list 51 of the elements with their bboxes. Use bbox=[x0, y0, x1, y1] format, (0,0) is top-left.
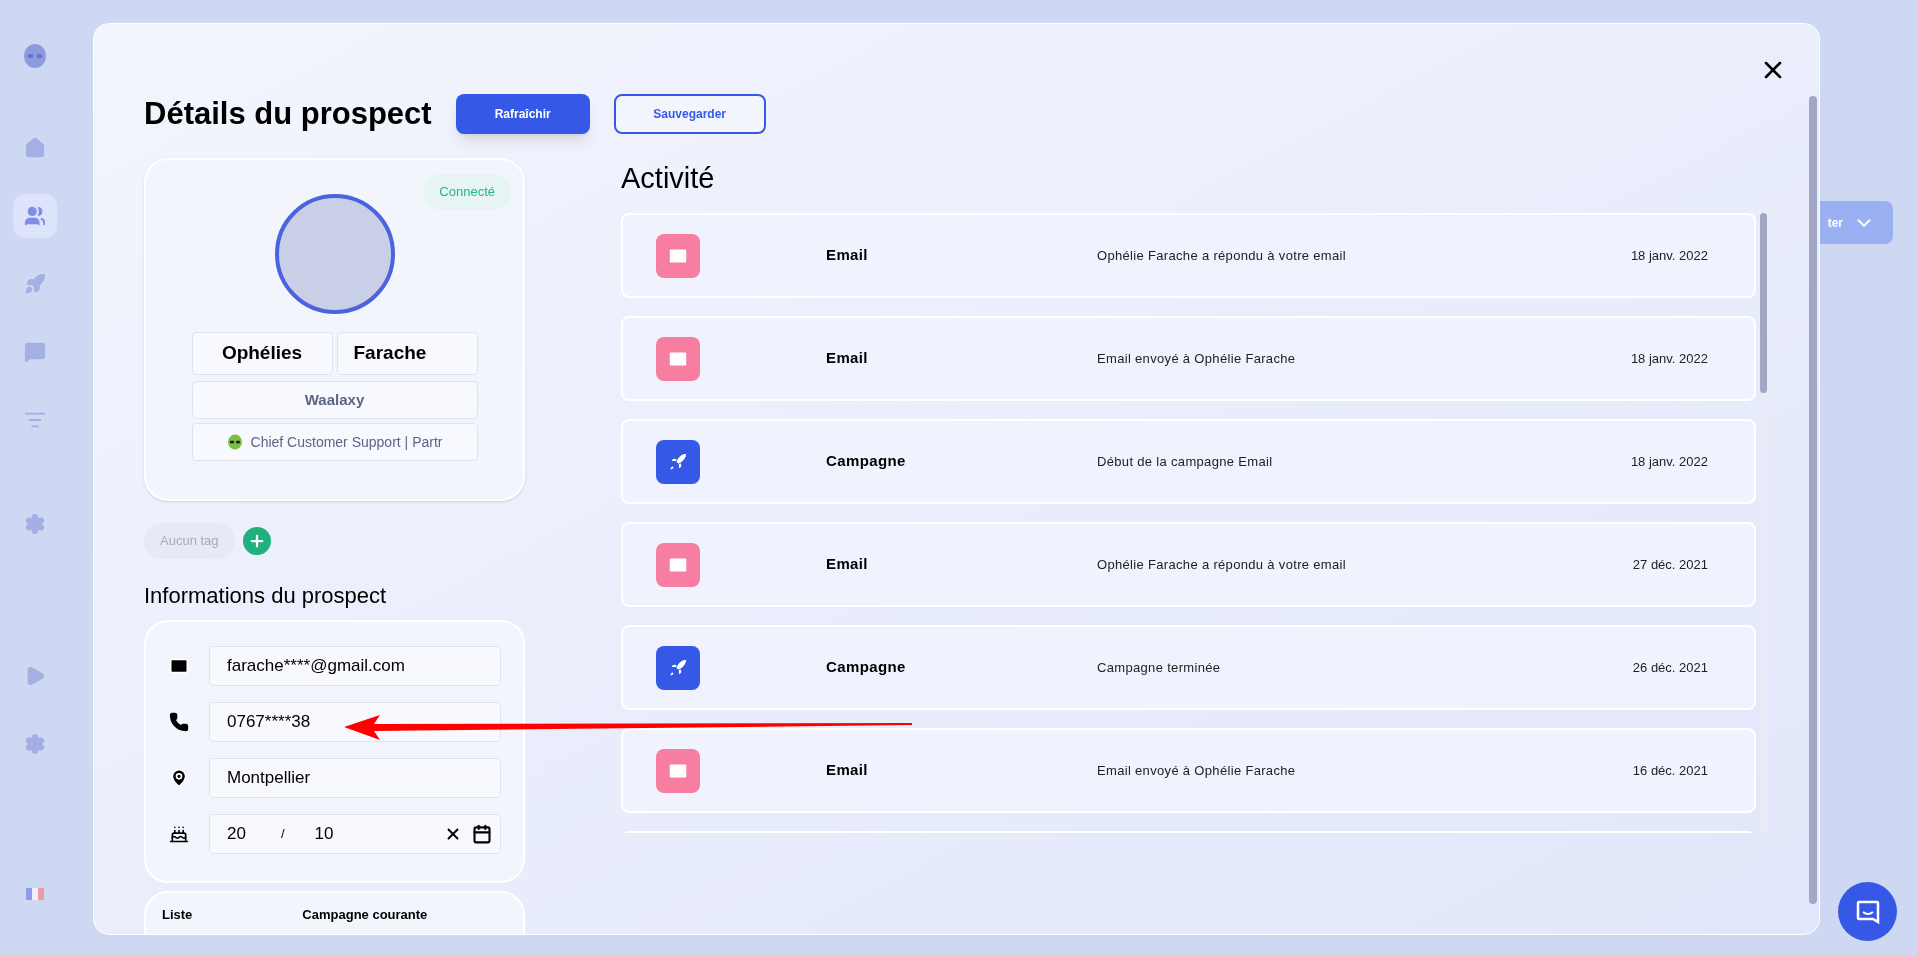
activity-type: Email bbox=[826, 245, 869, 266]
activity-date: 26 déc. 2021 bbox=[1632, 658, 1708, 677]
users-icon bbox=[24, 205, 46, 227]
activity-type: Campagne bbox=[826, 451, 907, 472]
rocket-icon bbox=[656, 645, 700, 690]
sidebar-item[interactable] bbox=[13, 194, 57, 238]
section-title: Informations du prospect bbox=[144, 581, 388, 610]
save-button[interactable]: Sauvegarder bbox=[613, 94, 766, 134]
activity-type: Email bbox=[826, 348, 869, 369]
home-icon bbox=[24, 137, 46, 159]
date-separator: / bbox=[280, 824, 285, 843]
email-field[interactable]: farache****@gmail.com bbox=[209, 645, 501, 686]
alien-emoji-icon bbox=[226, 434, 243, 450]
activity-type: Campagne bbox=[826, 657, 907, 678]
rocket-icon bbox=[656, 439, 700, 484]
add-tag-button[interactable] bbox=[242, 526, 271, 555]
modal-title: Détails du prospect bbox=[144, 94, 432, 133]
date-field[interactable]: 20 / 10 bbox=[209, 813, 501, 854]
calendar-icon[interactable] bbox=[472, 823, 492, 844]
activity-date: 18 janv. 2022 bbox=[1630, 452, 1708, 471]
activity-date: 18 janv. 2022 bbox=[1630, 246, 1708, 265]
first-name-field[interactable]: Ophélies bbox=[191, 332, 333, 375]
location-field[interactable]: Montpellier bbox=[209, 757, 501, 798]
alien-logo-icon bbox=[22, 44, 48, 70]
activity-date: 27 déc. 2021 bbox=[1632, 555, 1708, 574]
status-badge: Connecté bbox=[423, 174, 511, 210]
last-name-field[interactable]: Farache bbox=[336, 332, 478, 375]
activity-description: Ophélie Farache a répondu à votre email bbox=[1097, 555, 1347, 574]
column-header: Liste bbox=[162, 905, 193, 924]
rocket-icon bbox=[24, 273, 46, 295]
flag-icon bbox=[26, 888, 44, 900]
activity-description: Email envoyé à Ophélie Farache bbox=[1097, 761, 1297, 780]
activity-type: Email bbox=[826, 760, 869, 781]
activity-description: Début de la campagne Email bbox=[1097, 452, 1274, 471]
chat-icon bbox=[1854, 898, 1881, 925]
activity-type: Email bbox=[826, 554, 869, 575]
activity-title: Activité bbox=[621, 164, 716, 193]
activity-description: Campagne terminée bbox=[1097, 658, 1222, 677]
month-value: 10 bbox=[314, 822, 334, 845]
phone-icon bbox=[169, 711, 189, 732]
chat-icon bbox=[24, 341, 46, 363]
company-field[interactable]: Waalaxy bbox=[191, 381, 478, 419]
column-header: Campagne courante bbox=[302, 905, 428, 924]
activity-description: Email envoyé à Ophélie Farache bbox=[1097, 349, 1297, 368]
refresh-button[interactable]: Rafraîchir bbox=[455, 94, 590, 134]
day-value: 20 bbox=[227, 822, 246, 845]
activity-date: 16 déc. 2021 bbox=[1632, 761, 1708, 780]
phone-field[interactable]: 0767****38 bbox=[209, 701, 501, 742]
location-pin-icon bbox=[169, 767, 189, 788]
activity-date: 18 janv. 2022 bbox=[1630, 349, 1708, 368]
activity-description: Ophélie Farache a répondu à votre email bbox=[1097, 246, 1347, 265]
